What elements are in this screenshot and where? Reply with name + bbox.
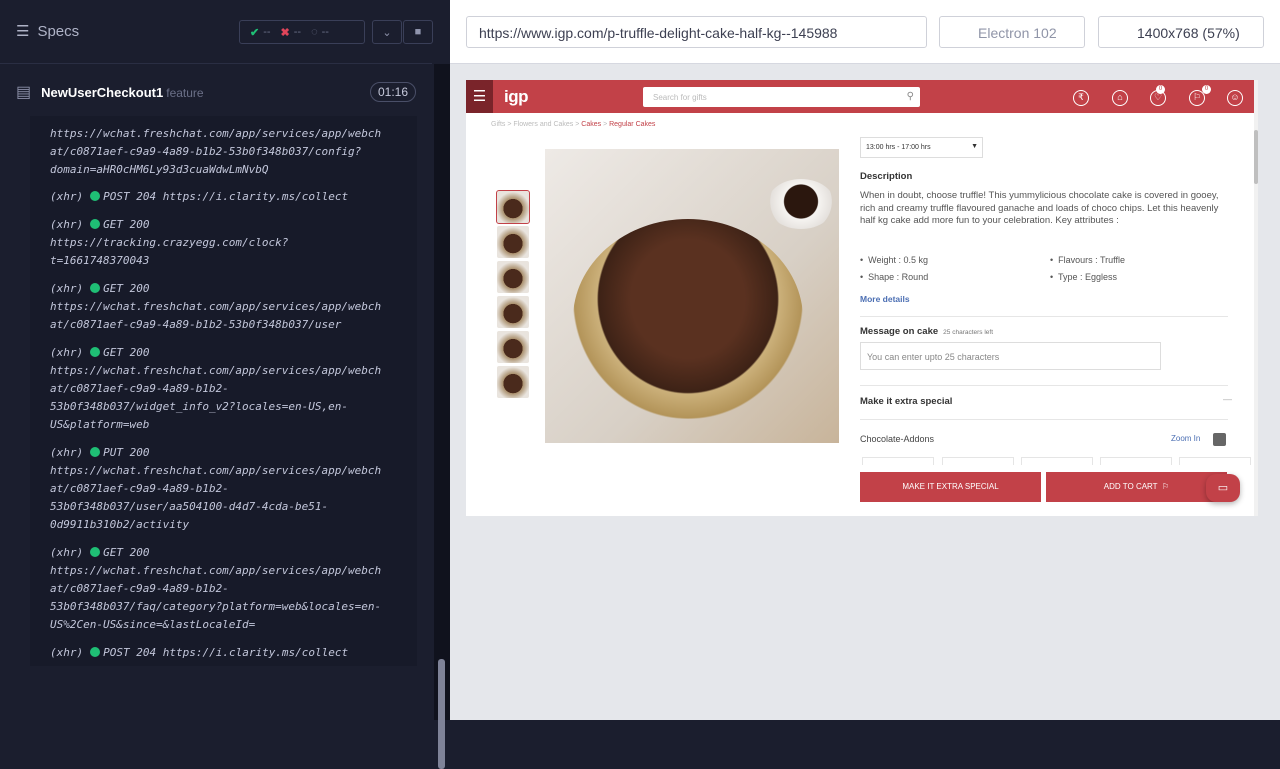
search-input[interactable]: Search for gifts ⚲ [643, 87, 920, 107]
attr-weight: • Weight : 0.5 kg [860, 255, 929, 265]
cart-badge: 0 [1202, 85, 1211, 94]
more-details-link[interactable]: More details [860, 294, 910, 304]
chevron-down-icon[interactable]: ⌄ [372, 20, 402, 44]
viewport-info[interactable]: 1400x768 (57%) [1098, 16, 1264, 48]
attr-type: • Type : Eggless [1050, 272, 1118, 282]
status-dot-icon [90, 219, 101, 229]
addons-title: Chocolate-Addons [860, 434, 935, 444]
log-entry-3: (xhr) GET 200 https://wchat.freshchat.com… [50, 282, 382, 331]
crumb-cakes[interactable]: Cakes [581, 121, 601, 128]
divider [860, 419, 1228, 420]
runner-header: ☰ Specs ✔ -- ✖ -- ◌ -- ⌄ ■ [0, 0, 433, 64]
wishlist-badge: 0 [1156, 85, 1165, 94]
thumbnail[interactable] [497, 366, 529, 398]
currency-icon[interactable]: ₹ [1073, 90, 1089, 106]
runner-panel: ☰ Specs ✔ -- ✖ -- ◌ -- ⌄ ■ ▤ NewUserCheckou… [0, 0, 450, 769]
status-dot-icon [90, 547, 101, 557]
site-header: ☰ igp Search for gifts ⚲ ₹ ⌂ ♡ 0 ⚐ 0 ☺ [466, 80, 1254, 113]
spec-type: feature [166, 85, 204, 100]
message-input[interactable]: You can enter upto 25 characters [860, 342, 1161, 370]
viewport-size: 1400x768 [1137, 25, 1199, 41]
log-entry-7: (xhr) POST 204 https://i.clarity.ms/colle… [50, 646, 349, 659]
thumbnail[interactable] [497, 296, 529, 328]
addon-item[interactable] [1021, 457, 1093, 465]
preview-toolbar: https://www.igp.com/p-truffle-delight-ca… [450, 0, 1280, 64]
add-to-cart-button[interactable]: ADD TO CART ⚐ [1046, 472, 1227, 502]
viewport-scale: (57%) [1202, 25, 1240, 41]
location-icon[interactable]: ⌂ [1112, 90, 1128, 106]
thumbnail[interactable] [496, 190, 530, 224]
cake-picture [573, 219, 803, 419]
addon-item[interactable] [862, 457, 934, 465]
browser-name: Electron 102 [978, 25, 1057, 41]
image-thumbnails [496, 190, 530, 401]
run-stats: ✔ -- ✖ -- ◌ -- [239, 20, 365, 44]
zoom-in-link[interactable]: Zoom In [1171, 434, 1200, 443]
status-dot-icon [90, 191, 101, 201]
file-icon: ▤ [16, 84, 32, 101]
description-title: Description [860, 171, 913, 182]
zoom-icon[interactable] [1213, 433, 1226, 446]
frame-scroll-thumb[interactable] [1254, 130, 1258, 184]
url-field[interactable]: https://www.igp.com/p-truffle-delight-ca… [466, 16, 927, 48]
status-dot-icon [90, 647, 101, 657]
description-text: When in doubt, choose truffle! This yumm… [860, 190, 1219, 226]
coffee-cup [767, 179, 835, 229]
menu-icon[interactable]: ☰ [466, 80, 493, 113]
addon-item[interactable] [1179, 457, 1251, 465]
search-icon[interactable]: ⚲ [907, 91, 914, 102]
check-icon: ✔ [250, 26, 260, 39]
thumbnail[interactable] [497, 226, 529, 258]
log-scrollbar[interactable] [434, 64, 450, 769]
specs-label: Specs [37, 22, 80, 40]
extra-special-title[interactable]: Make it extra special [860, 396, 952, 407]
failed-count: -- [293, 26, 302, 38]
spec-title-row: ▤ NewUserCheckout1 feature 01:16 [16, 80, 416, 104]
app-frame: ☰ igp Search for gifts ⚲ ₹ ⌂ ♡ 0 ⚐ 0 ☺ Gi… [466, 80, 1258, 516]
passed-count: -- [263, 26, 271, 38]
chat-icon[interactable]: ▭ [1206, 474, 1240, 502]
crumb-flowers[interactable]: Flowers and Cakes [513, 121, 573, 128]
addon-item[interactable] [942, 457, 1014, 465]
log-entry-4: (xhr) GET 200 https://wchat.freshchat.com… [50, 346, 382, 431]
list-icon: ☰ [16, 23, 30, 40]
thumbnail[interactable] [497, 261, 529, 293]
thumbnail[interactable] [497, 331, 529, 363]
pending-count: -- [321, 26, 329, 38]
cart-icon: ⚐ [1162, 482, 1170, 491]
status-dot-icon [90, 283, 101, 293]
log-entry-6: (xhr) GET 200 https://wchat.freshchat.com… [50, 546, 382, 631]
account-icon[interactable]: ☺ [1227, 90, 1243, 106]
log-entry-1: (xhr) POST 204 https://i.clarity.ms/colle… [50, 190, 349, 203]
log-entry-2: (xhr) GET 200 https://tracking.crazyegg.c… [50, 218, 289, 267]
browser-select[interactable]: Electron 102 [939, 16, 1085, 48]
divider [860, 316, 1228, 317]
spec-name: NewUserCheckout1 feature [41, 84, 204, 100]
attr-shape: • Shape : Round [860, 272, 929, 282]
pending-icon: ◌ [311, 26, 318, 38]
site-logo[interactable]: igp [504, 87, 529, 107]
product-image[interactable] [545, 149, 839, 443]
spec-timer: 01:16 [369, 82, 416, 102]
status-dot-icon [90, 447, 101, 457]
caret-down-icon: ▼ [971, 143, 978, 150]
crumb-gifts[interactable]: Gifts [491, 121, 505, 128]
log-entry-5: (xhr) PUT 200 https://wchat.freshchat.com… [50, 446, 382, 531]
message-header: Message on cake 25 characters left [860, 326, 994, 337]
addon-item[interactable] [1100, 457, 1172, 465]
crumb-regular[interactable]: Regular Cakes [609, 121, 655, 128]
time-slot-select[interactable]: 13:00 hrs - 17:00 hrs ▼ [860, 137, 983, 158]
preview-panel: https://www.igp.com/p-truffle-delight-ca… [450, 0, 1280, 720]
attr-flavour: • Flavours : Truffle [1050, 255, 1126, 265]
specs-toggle[interactable]: ☰ Specs [16, 22, 80, 41]
extra-special-button[interactable]: MAKE IT EXTRA SPECIAL [860, 472, 1041, 502]
cross-icon: ✖ [280, 26, 290, 39]
log-entry-0: https://wchat.freshchat.com/app/services… [50, 127, 382, 176]
breadcrumb: Gifts > Flowers and Cakes > Cakes > Regu… [491, 121, 656, 128]
scroll-thumb[interactable] [438, 659, 445, 769]
status-dot-icon [90, 347, 101, 357]
stop-button[interactable]: ■ [403, 20, 433, 44]
divider [860, 385, 1228, 386]
collapse-icon[interactable]: — [1223, 394, 1232, 404]
